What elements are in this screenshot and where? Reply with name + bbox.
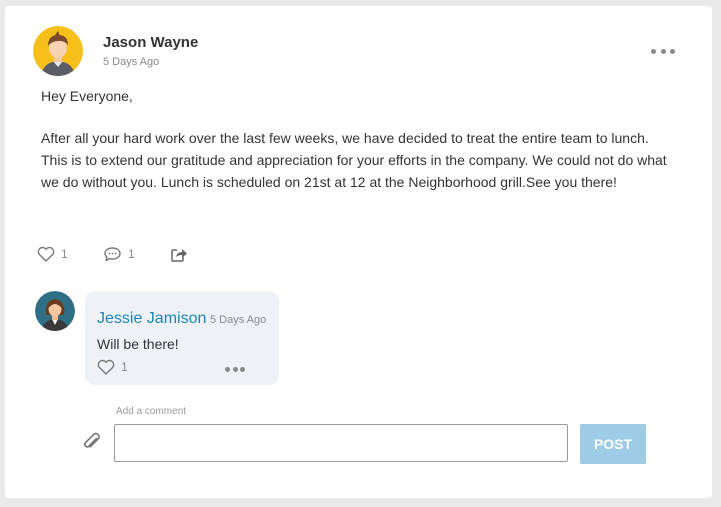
more-options-icon[interactable] [651, 44, 675, 58]
author-avatar[interactable] [33, 26, 83, 76]
comment-icon [104, 247, 121, 262]
post-body: After all your hard work over the last f… [41, 130, 667, 190]
like-button[interactable]: 1 [37, 246, 68, 262]
heart-icon [37, 246, 55, 262]
paperclip-icon[interactable] [80, 430, 104, 454]
comment-button[interactable]: 1 [103, 246, 135, 262]
heart-icon [97, 359, 115, 375]
comment-like-button[interactable]: 1 [97, 359, 128, 375]
add-comment-label: Add a comment [116, 406, 187, 417]
comment-count: 1 [128, 247, 135, 261]
comment-more-options-icon[interactable] [225, 367, 245, 373]
share-button[interactable] [170, 246, 188, 262]
post-button[interactable]: POST [580, 424, 646, 464]
commenter-name[interactable]: Jessie Jamison [97, 310, 206, 328]
comment-bubble: Jessie Jamison 5 Days Ago Will be there!… [85, 291, 279, 385]
post-timestamp: 5 Days Ago [103, 56, 160, 68]
comment-input[interactable] [114, 424, 568, 462]
commenter-avatar[interactable] [35, 291, 75, 331]
comment-timestamp: 5 Days Ago [210, 314, 267, 326]
comment-text: Will be there! [97, 336, 179, 352]
post-greeting: Hey Everyone, [41, 88, 133, 104]
comment-like-count: 1 [121, 360, 128, 374]
like-count: 1 [61, 247, 68, 261]
post-card: Jason Wayne 5 Days Ago Hey Everyone, Aft… [5, 6, 712, 498]
share-icon [171, 249, 187, 262]
author-name[interactable]: Jason Wayne [103, 34, 198, 51]
